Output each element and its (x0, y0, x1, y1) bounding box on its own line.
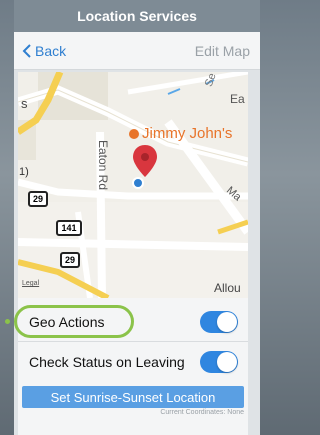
back-label: Back (35, 42, 67, 59)
route-29-a-label: 29 (32, 194, 43, 204)
page-title: Location Services (77, 8, 197, 24)
poi-icon (129, 128, 139, 139)
route-141-label: 141 (61, 223, 77, 233)
check-status-label: Check Status on Leaving (29, 354, 185, 370)
chevron-left-icon (22, 43, 31, 58)
map-label-eaton: Eaton Rd (96, 139, 111, 191)
poi-marker[interactable]: Jimmy John's (129, 125, 232, 142)
back-button[interactable]: Back (22, 43, 66, 59)
toggle-knob (217, 311, 237, 332)
map-label-ea: Ea (230, 92, 245, 106)
route-shield-29-a: 29 (28, 191, 48, 207)
check-status-row: Check Status on Leaving (18, 342, 248, 382)
nav-bar: Back Edit Map (14, 32, 260, 70)
route-29-b-label: 29 (64, 255, 75, 265)
map-label-s: s (21, 96, 28, 111)
map-legal-link[interactable]: Legal (22, 280, 39, 287)
map-label-left: 1) (19, 166, 29, 178)
annotation-dot (5, 319, 10, 324)
edit-map-button[interactable]: Edit Map (195, 43, 250, 59)
title-bar: Location Services (14, 0, 260, 32)
location-pin-icon[interactable] (132, 144, 158, 180)
geo-actions-toggle[interactable] (200, 310, 238, 333)
map-view[interactable]: s Se Ea Jimmy John's Eaton Rd 1) Ma 29 1… (18, 72, 248, 298)
geo-actions-highlight-ring (14, 305, 134, 338)
toggle-knob (217, 352, 237, 372)
current-coordinates: Current Coordinates: None (160, 409, 244, 416)
poi-label: Jimmy John's (142, 125, 233, 142)
current-location-dot (132, 177, 144, 189)
check-status-toggle[interactable] (200, 351, 238, 373)
route-shield-29-b: 29 (60, 252, 80, 268)
map-label-allou: Allou (214, 281, 241, 295)
route-shield-141: 141 (56, 220, 82, 236)
set-sunrise-sunset-button[interactable]: Set Sunrise-Sunset Location (22, 386, 244, 408)
